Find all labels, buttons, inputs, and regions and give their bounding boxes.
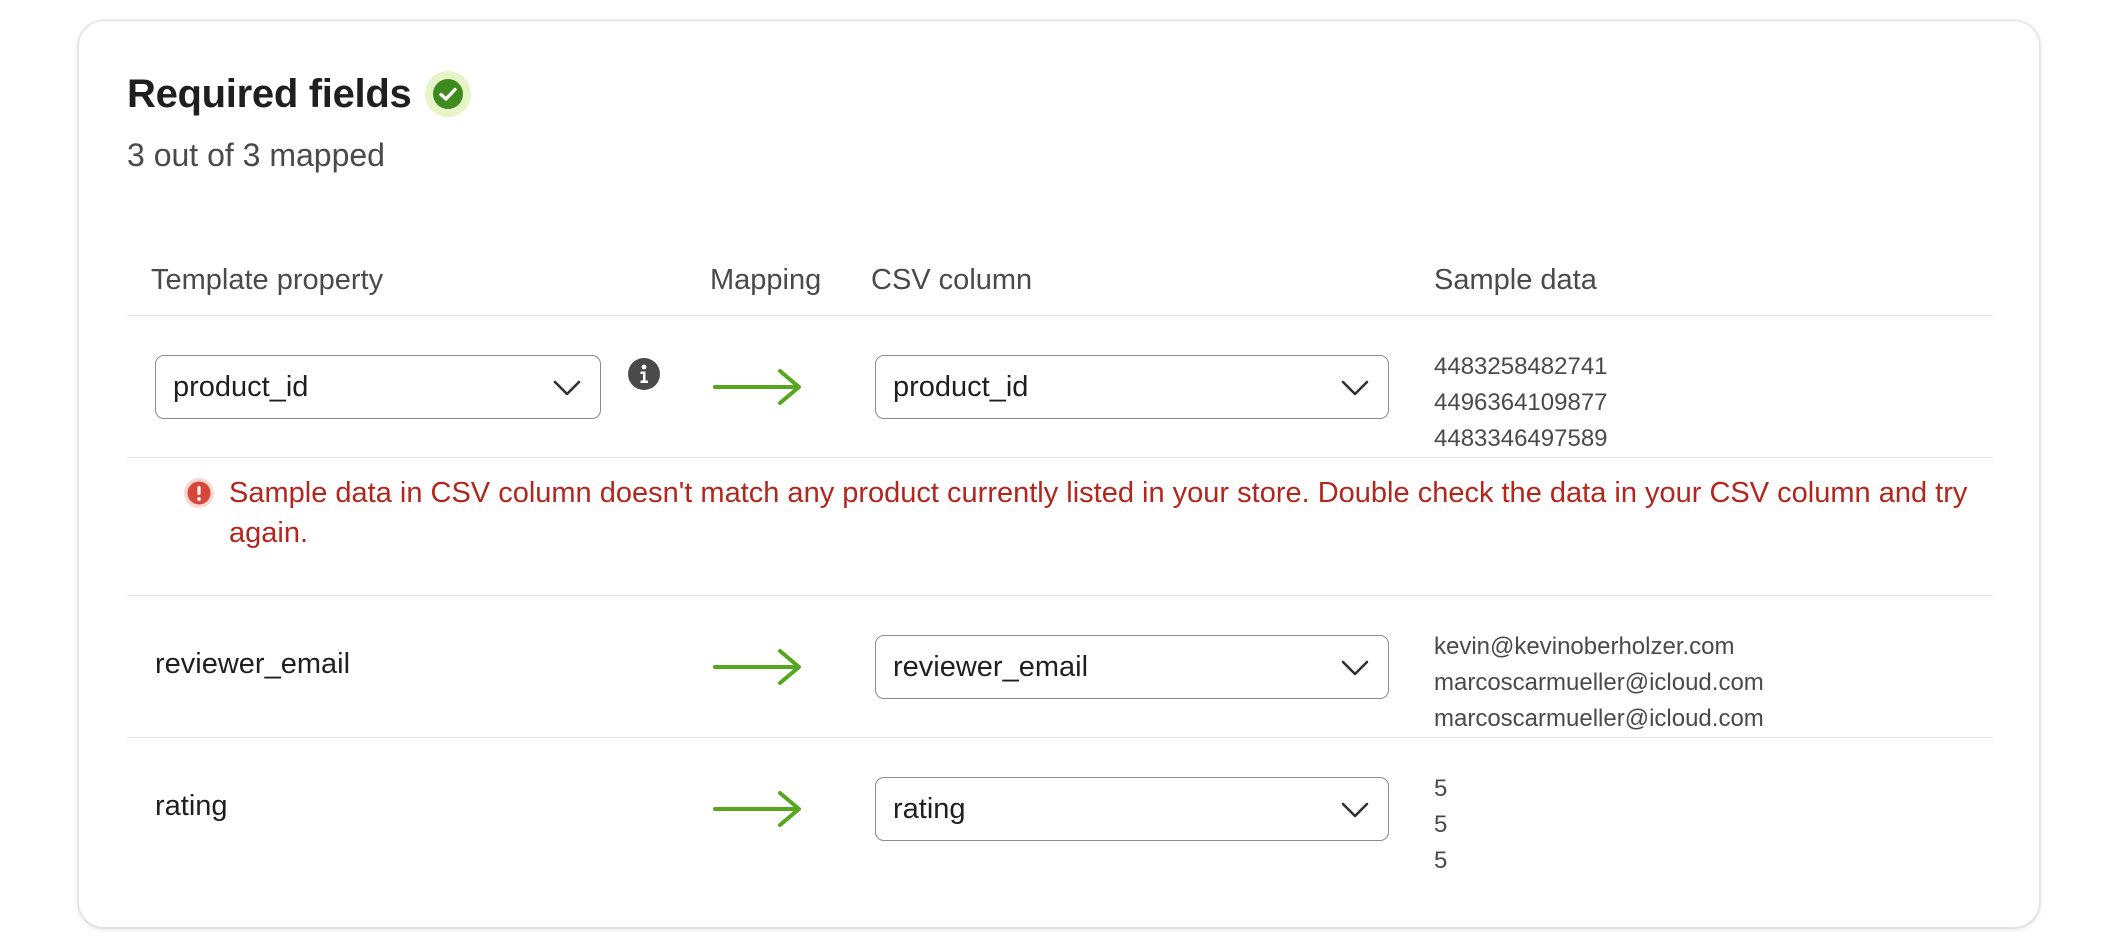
row-divider — [127, 457, 1993, 458]
error-message: Sample data in CSV column doesn't match … — [229, 477, 1968, 549]
csv-column-select-value: product_id — [893, 370, 1029, 403]
arrow-right-icon — [712, 789, 804, 829]
sample-value: marcoscarmueller@icloud.com — [1434, 669, 1764, 696]
header-csv-column: CSV column — [871, 264, 1033, 296]
sample-value: 5 — [1434, 775, 1448, 802]
csv-column-select[interactable]: product_id — [875, 355, 1389, 419]
csv-column-select[interactable]: rating — [875, 777, 1389, 841]
template-property-select[interactable]: product_id — [155, 355, 601, 419]
arrow-right-icon — [712, 647, 804, 687]
sample-value: 4483258482741 — [1434, 353, 1608, 380]
csv-column-select[interactable]: reviewer_email — [875, 635, 1389, 699]
template-property-label: reviewer_email — [155, 648, 351, 680]
sample-data-list: 4483258482741 4496364109877 448334649758… — [1434, 349, 1608, 457]
header-mapping: Mapping — [710, 264, 822, 296]
chevron-down-icon — [1340, 658, 1370, 678]
sample-value: 4496364109877 — [1434, 389, 1608, 416]
info-icon[interactable] — [627, 357, 661, 391]
template-property-label: rating — [155, 790, 228, 822]
check-circle-icon — [425, 71, 472, 117]
chevron-down-icon — [1340, 378, 1370, 398]
chevron-down-icon — [1340, 800, 1370, 820]
section-header: Required fields — [127, 71, 472, 117]
header-divider — [127, 315, 1993, 316]
row-divider — [127, 595, 1993, 596]
chevron-down-icon — [552, 378, 582, 398]
arrow-right-icon — [712, 367, 804, 407]
template-property-select-value: product_id — [173, 370, 309, 403]
mapping-status: 3 out of 3 mapped — [127, 137, 385, 173]
sample-value: 5 — [1434, 847, 1448, 874]
header-template-property: Template property — [151, 264, 384, 296]
sample-value: marcoscarmueller@icloud.com — [1434, 705, 1764, 732]
alert-circle-icon — [183, 477, 215, 509]
sample-data-list: kevin@kevinoberholzer.com marcoscarmuell… — [1434, 629, 1764, 737]
header-sample-data: Sample data — [1434, 264, 1597, 296]
csv-column-select-value: rating — [893, 792, 966, 825]
row-divider — [127, 737, 1993, 738]
csv-column-select-value: reviewer_email — [893, 650, 1089, 683]
required-fields-card: Required fields 3 out of 3 mapped Templa… — [78, 20, 2040, 928]
sample-data-list: 5 5 5 — [1434, 771, 1447, 879]
section-title: Required fields — [127, 71, 412, 116]
sample-value: 5 — [1434, 811, 1448, 838]
sample-value: 4483346497589 — [1434, 425, 1608, 452]
sample-value: kevin@kevinoberholzer.com — [1434, 633, 1735, 660]
